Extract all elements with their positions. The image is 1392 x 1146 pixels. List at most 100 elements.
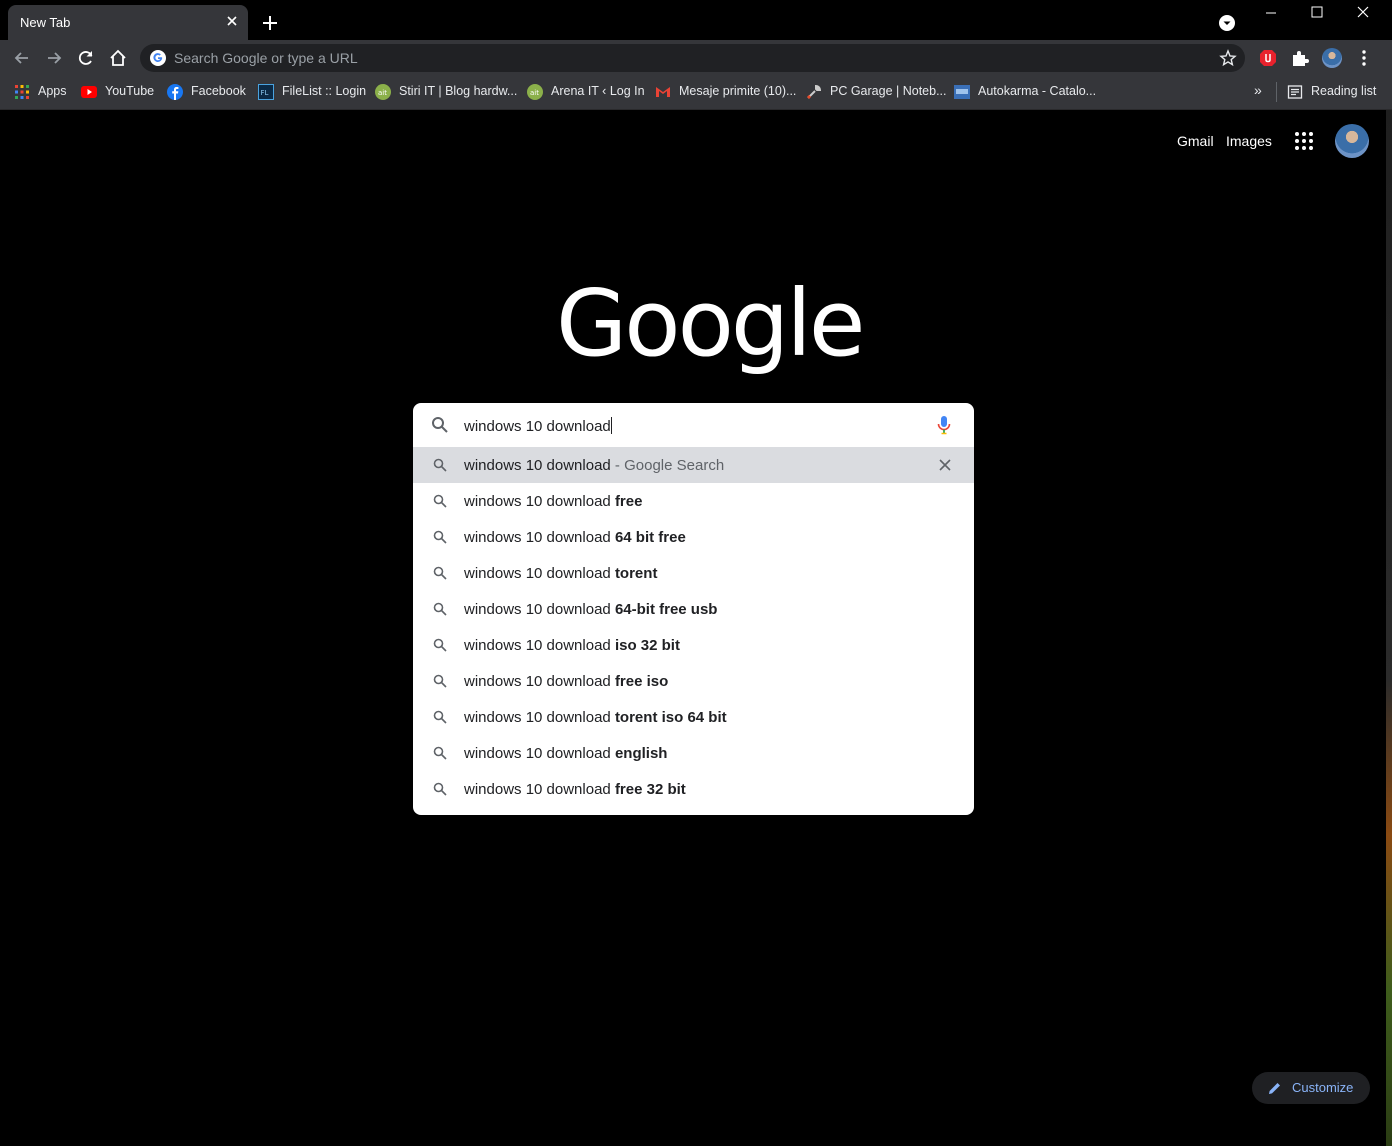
suggestion-completion: iso 32 bit [614,637,680,654]
wrench-icon [806,84,822,100]
search-icon [433,530,447,544]
suggestion-item[interactable]: windows 10 download 64 bit free [413,519,974,555]
bookmark-label: Stiri IT | Blog hardw... [399,84,518,98]
suggestion-item[interactable]: windows 10 download free [413,483,974,519]
suggestion-hint: - Google Search [610,457,725,474]
home-icon[interactable] [108,48,128,68]
close-window-icon[interactable] [1348,4,1378,22]
facebook-icon [167,84,183,100]
search-input[interactable]: windows 10 download [413,403,974,447]
svg-text:ait: ait [530,89,539,97]
bookmark-label: Mesaje primite (10)... [679,84,797,98]
maximize-icon[interactable] [1302,4,1332,22]
omnibox[interactable]: Search Google or type a URL [140,44,1245,72]
search-icon [433,458,447,472]
apps-grid-icon [15,85,29,99]
reading-list-icon [1287,85,1303,99]
bookmarks-bar: Apps YouTube Facebook FL FileList :: Log… [0,76,1392,110]
bookmark-label: YouTube [105,84,155,98]
filelist-icon: FL [258,84,274,100]
suggestion-completion: torent iso 64 bit [614,709,727,726]
search-icon [433,710,447,724]
customize-button[interactable]: Customize [1252,1072,1370,1104]
autokarma-icon [954,85,970,99]
suggestion-completion: torent [614,565,658,582]
svg-text:ait: ait [378,89,387,97]
customize-label: Customize [1292,1080,1354,1095]
suggestion-completion: 64 bit free [614,529,686,546]
bookmarks-overflow-button[interactable]: » [1254,82,1262,98]
bookmark-label: Arena IT ‹ Log In [551,84,645,98]
ait-icon: ait [375,84,391,100]
suggestion-text: windows 10 download iso 32 bit [464,637,680,654]
suggestion-item[interactable]: windows 10 download 64-bit free usb [413,591,974,627]
forward-icon[interactable] [44,48,64,68]
suggestion-item[interactable]: windows 10 download iso 32 bit [413,627,974,663]
reload-icon[interactable] [76,48,96,68]
suggestion-prefix: windows 10 download [464,601,611,618]
search-icon [433,782,447,796]
suggestion-item[interactable]: windows 10 download torent iso 64 bit [413,699,974,735]
google-logo: Google [556,270,865,377]
new-tab-icon[interactable] [260,13,280,33]
suggestion-prefix: windows 10 download [464,529,611,546]
suggestion-prefix: windows 10 download [464,673,611,690]
suggestion-text: windows 10 download - Google Search [464,457,724,474]
gmail-icon [656,87,670,97]
back-icon[interactable] [12,48,32,68]
new-tab-page: Gmail Images Google windows 10 download … [0,110,1386,1146]
suggestion-prefix: windows 10 download [464,637,611,654]
bookmark-star-icon[interactable] [1219,49,1237,67]
suggestion-item[interactable]: windows 10 download free 32 bit [413,771,974,807]
extension-adblock-icon[interactable] [1258,48,1278,68]
search-icon [433,674,447,688]
gmail-link[interactable]: Gmail [1177,133,1214,149]
google-apps-icon[interactable] [1293,130,1315,152]
search-icon [433,494,447,508]
youtube-icon [81,86,97,98]
omnibox-placeholder: Search Google or type a URL [174,50,358,66]
suggestion-text: windows 10 download free iso [464,673,668,690]
microphone-icon[interactable] [935,415,953,435]
extensions-puzzle-icon[interactable] [1290,48,1310,68]
suggestion-prefix: windows 10 download [464,565,611,582]
images-link[interactable]: Images [1226,133,1272,149]
tab-new-tab[interactable]: New Tab [8,5,248,40]
suggestion-text: windows 10 download english [464,745,667,762]
account-avatar[interactable] [1335,124,1369,158]
suggestion-item[interactable]: windows 10 download english [413,735,974,771]
more-menu-icon[interactable] [1354,48,1374,68]
tab-title: New Tab [20,15,71,30]
bookmark-label: PC Garage | Noteb... [830,84,947,98]
suggestion-item[interactable]: windows 10 download - Google Search [413,447,974,483]
bookmark-label: FileList :: Login [282,84,367,98]
profile-avatar[interactable] [1322,48,1342,68]
suggestion-prefix: windows 10 download [464,709,611,726]
bookmark-label: Autokarma - Catalo... [978,84,1097,98]
google-g-icon [150,50,166,66]
suggestion-text: windows 10 download torent iso 64 bit [464,709,727,726]
suggestion-prefix: windows 10 download [464,781,611,798]
svg-text:FL: FL [261,89,269,97]
pencil-icon [1269,1083,1280,1094]
suggestion-completion: free [614,493,643,510]
suggestion-text: windows 10 download 64 bit free [464,529,686,546]
tab-search-icon[interactable] [1218,14,1236,32]
suggestion-prefix: windows 10 download [464,493,611,510]
minimize-icon[interactable] [1256,4,1286,22]
suggestion-text: windows 10 download 64-bit free usb [464,601,717,618]
remove-suggestion-icon[interactable] [938,458,952,472]
reading-list-label: Reading list [1311,84,1377,98]
suggestion-completion: english [614,745,668,762]
ait-icon: ait [527,84,543,100]
search-icon [432,417,448,433]
suggestion-text: windows 10 download free [464,493,642,510]
suggestion-completion: free 32 bit [614,781,686,798]
suggestion-completion: free iso [614,673,669,690]
suggestion-completion: 64-bit free usb [614,601,718,618]
bookmark-label: Facebook [191,84,246,98]
browser-toolbar: Search Google or type a URL [0,40,1392,76]
suggestion-item[interactable]: windows 10 download free iso [413,663,974,699]
suggestion-item[interactable]: windows 10 download torent [413,555,974,591]
close-tab-icon[interactable] [224,13,240,29]
